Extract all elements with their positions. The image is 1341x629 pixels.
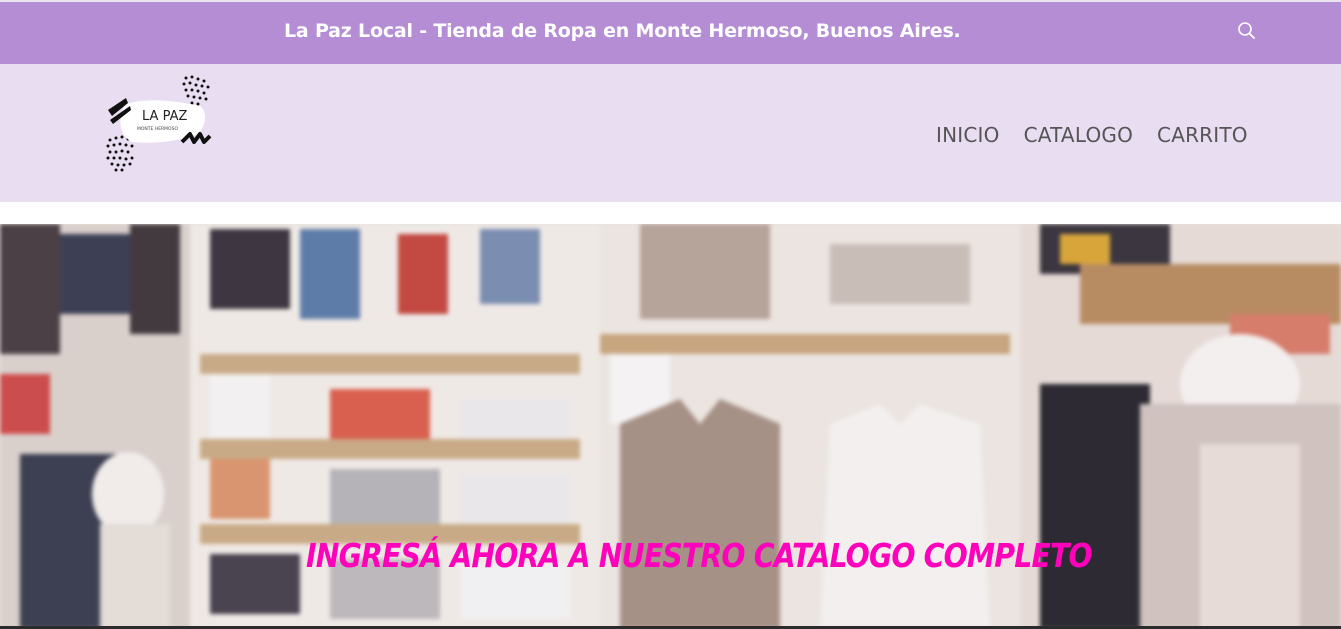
header-spacer <box>0 202 1341 224</box>
logo-subtitle: MONTE HERMOSO <box>137 126 178 132</box>
top-announcement-bar: La Paz Local - Tienda de Ropa en Monte H… <box>0 0 1341 64</box>
nav-carrito[interactable]: CARRITO <box>1157 123 1248 147</box>
site-header: LA PAZ MONTE HERMOSO INICIO CATALOGO CAR… <box>0 64 1341 202</box>
logo-title: LA PAZ <box>142 109 187 124</box>
main-nav: INICIO CATALOGO CARRITO <box>936 123 1248 147</box>
nav-inicio[interactable]: INICIO <box>936 123 1000 147</box>
nav-catalogo[interactable]: CATALOGO <box>1024 123 1133 147</box>
search-icon[interactable] <box>1234 18 1260 44</box>
hero-catalog-link[interactable]: INGRESÁ AHORA A NUESTRO CATALOGO COMPLET… <box>306 536 1093 575</box>
logo[interactable]: LA PAZ MONTE HERMOSO <box>104 72 214 174</box>
hero-banner: INGRESÁ AHORA A NUESTRO CATALOGO COMPLET… <box>0 224 1341 629</box>
site-tagline: La Paz Local - Tienda de Ropa en Monte H… <box>284 20 961 42</box>
